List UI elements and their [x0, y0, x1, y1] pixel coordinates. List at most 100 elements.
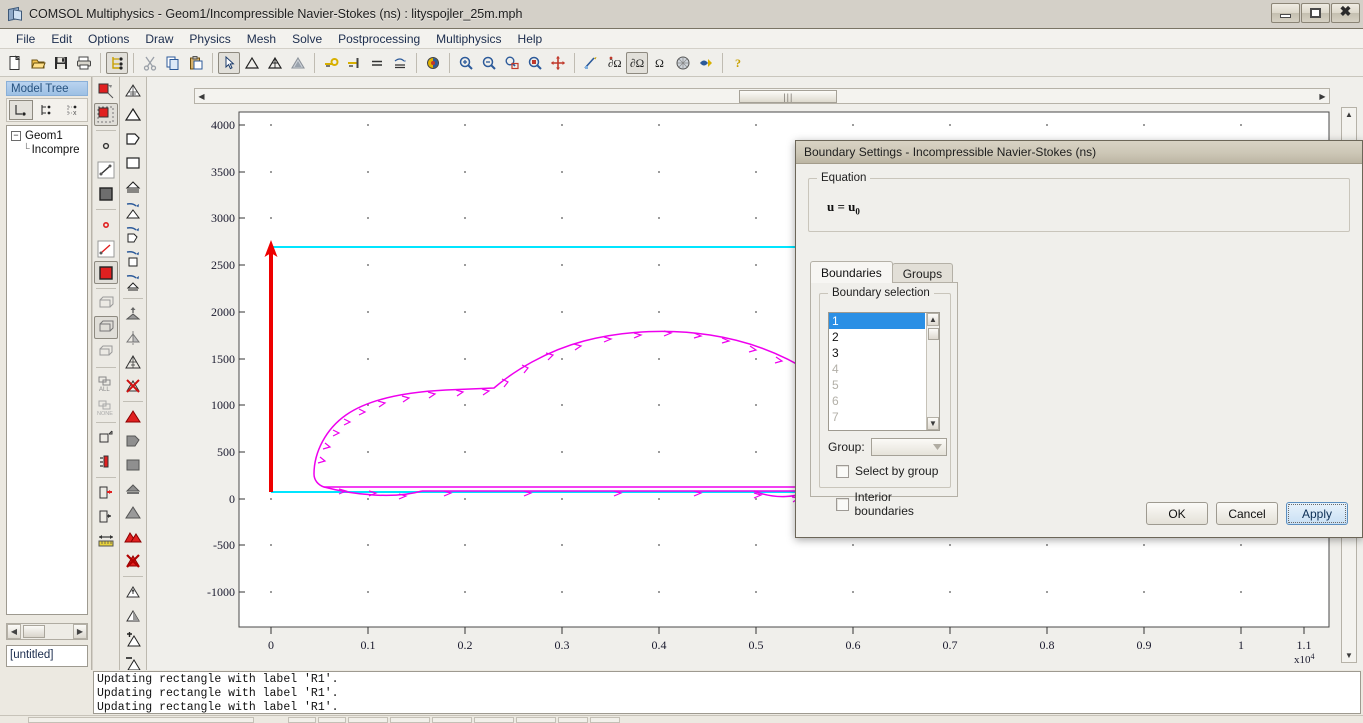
copy-icon[interactable] — [162, 52, 184, 74]
triangle-outline-icon[interactable] — [121, 103, 145, 126]
model-tree-hscrollbar[interactable]: ◀ ▶ — [6, 623, 88, 640]
delete-red-icon[interactable] — [121, 549, 145, 572]
revolve-square-icon[interactable] — [121, 247, 145, 270]
scroll-up-arrow-icon[interactable]: ▲ — [927, 313, 939, 326]
menu-solve[interactable]: Solve — [284, 30, 330, 48]
boundary-list-item[interactable]: 4 — [829, 361, 925, 377]
revolve-triangle-icon[interactable] — [121, 199, 145, 222]
delete-mesh-icon[interactable] — [121, 374, 145, 397]
scale-icon[interactable] — [94, 450, 118, 473]
mesh-mode-icon[interactable] — [264, 52, 286, 74]
menu-multiphysics[interactable]: Multiphysics — [428, 30, 509, 48]
paste-icon[interactable] — [185, 52, 207, 74]
triangle-gray-icon[interactable] — [121, 501, 145, 524]
refine-mesh-icon[interactable] — [121, 350, 145, 373]
boundary-settings-icon[interactable] — [343, 52, 365, 74]
scroll-right-arrow-icon[interactable]: ▶ — [1316, 89, 1329, 103]
menu-postprocessing[interactable]: Postprocessing — [330, 30, 428, 48]
print-icon[interactable] — [73, 52, 95, 74]
boundary-list-item[interactable]: 6 — [829, 393, 925, 409]
open-folder-icon[interactable] — [27, 52, 49, 74]
draw-point-icon[interactable] — [94, 134, 118, 157]
polygon-icon[interactable] — [121, 127, 145, 150]
menu-options[interactable]: Options — [80, 30, 137, 48]
point-mode-icon[interactable]: Ω — [649, 52, 671, 74]
polygon-gray-icon[interactable] — [121, 429, 145, 452]
scroll-left-arrow-icon[interactable]: ◀ — [7, 624, 21, 639]
filtered-list-icon[interactable]: x — [61, 100, 85, 120]
triangles-red-icon[interactable] — [121, 525, 145, 548]
zoom-window-icon[interactable] — [501, 52, 523, 74]
scroll-down-arrow-icon[interactable]: ▼ — [1342, 649, 1356, 662]
model-tree-icon[interactable] — [106, 51, 128, 74]
select-by-group-row[interactable]: Select by group — [836, 464, 938, 478]
boundary-list-item[interactable]: 3 — [829, 345, 925, 361]
pan-icon[interactable] — [547, 52, 569, 74]
triangle-arrow-icon[interactable] — [121, 580, 145, 603]
boundary-list-item[interactable]: 2 — [829, 329, 925, 345]
scroll-up-arrow-icon[interactable]: ▲ — [1342, 108, 1356, 121]
solve-icon[interactable] — [695, 52, 717, 74]
cut-scissors-icon[interactable] — [139, 52, 161, 74]
hscroll-thumb[interactable]: ||| — [739, 90, 838, 103]
tree-view-icon[interactable] — [9, 100, 33, 120]
menu-physics[interactable]: Physics — [181, 30, 238, 48]
plot-hscrollbar[interactable]: ◀ ▶ ||| — [194, 88, 1330, 104]
mirror-icon[interactable] — [121, 326, 145, 349]
revolve-trapezoid-icon[interactable] — [121, 271, 145, 294]
square-outline-icon[interactable] — [121, 151, 145, 174]
scroll-thumb[interactable] — [928, 328, 939, 340]
boundary-list-scrollbar[interactable]: ▲ ▼ — [926, 313, 939, 430]
tree-expander-icon[interactable]: − — [11, 131, 21, 141]
apply-button[interactable]: Apply — [1286, 502, 1348, 525]
boundary-list-item[interactable]: 1 — [829, 313, 925, 329]
extract-icon[interactable] — [94, 505, 118, 528]
dialog-titlebar[interactable]: Boundary Settings - Incompressible Navie… — [796, 141, 1362, 164]
pointer-arrow-icon[interactable] — [218, 51, 240, 74]
menu-help[interactable]: Help — [510, 30, 551, 48]
draw-line-icon[interactable] — [94, 158, 118, 181]
tree-node-geom1[interactable]: − Geom1 — [11, 130, 87, 142]
rotate-icon[interactable] — [94, 426, 118, 449]
subdomain-settings-icon[interactable]: ∂Ω — [603, 52, 625, 74]
plot-parameters-icon[interactable] — [320, 52, 342, 74]
select-by-group-checkbox[interactable] — [836, 464, 849, 478]
array-icon[interactable] — [94, 292, 118, 315]
model-tree-view[interactable]: − Geom1 └ Incompre — [6, 125, 88, 615]
mesh-icon[interactable] — [672, 52, 694, 74]
interior-boundaries-checkbox[interactable] — [836, 497, 849, 511]
interior-boundaries-row[interactable]: Interior boundaries — [836, 490, 950, 518]
measure-icon[interactable] — [94, 529, 118, 552]
square-gray-icon[interactable] — [121, 453, 145, 476]
triangle-shade-icon[interactable] — [121, 604, 145, 627]
scroll-down-arrow-icon[interactable]: ▼ — [927, 417, 939, 430]
array-extrude-icon[interactable] — [94, 340, 118, 363]
add-triangle-icon[interactable] — [121, 628, 145, 651]
scroll-right-arrow-icon[interactable]: ▶ — [73, 624, 87, 639]
boundary-list[interactable]: 1 2 3 4 5 6 7 ▲ ▼ — [828, 312, 940, 431]
help-icon[interactable]: ? — [728, 52, 750, 74]
list-view-icon[interactable] — [35, 100, 59, 120]
menu-draw[interactable]: Draw — [137, 30, 181, 48]
select-all-icon[interactable]: ALL — [94, 371, 118, 394]
draw-geometry-icon[interactable] — [580, 52, 602, 74]
embed-icon[interactable] — [94, 481, 118, 504]
group-combo[interactable] — [870, 438, 947, 456]
scroll-thumb[interactable] — [23, 625, 45, 638]
new-file-icon[interactable] — [4, 52, 26, 74]
postprocessing-icon[interactable] — [389, 52, 411, 74]
trapezoid-icon[interactable] — [121, 175, 145, 198]
draw-point-red-icon[interactable] — [94, 213, 118, 236]
draw-square-filled-icon[interactable] — [94, 182, 118, 205]
menu-file[interactable]: File — [8, 30, 43, 48]
scroll-left-arrow-icon[interactable]: ◀ — [195, 89, 208, 103]
draw-rectangle-solid-icon[interactable] — [94, 79, 118, 102]
zoom-out-icon[interactable] — [478, 52, 500, 74]
trapezoid-gray-icon[interactable] — [121, 477, 145, 500]
draw-rectangle-outline-icon[interactable] — [94, 103, 118, 126]
draw-mode-icon[interactable] — [241, 52, 263, 74]
tab-boundaries[interactable]: Boundaries — [810, 261, 893, 283]
log-output[interactable]: Updating rectangle with label 'R1'. Upda… — [93, 671, 1361, 714]
menu-edit[interactable]: Edit — [43, 30, 80, 48]
zoom-extents-icon[interactable] — [524, 52, 546, 74]
